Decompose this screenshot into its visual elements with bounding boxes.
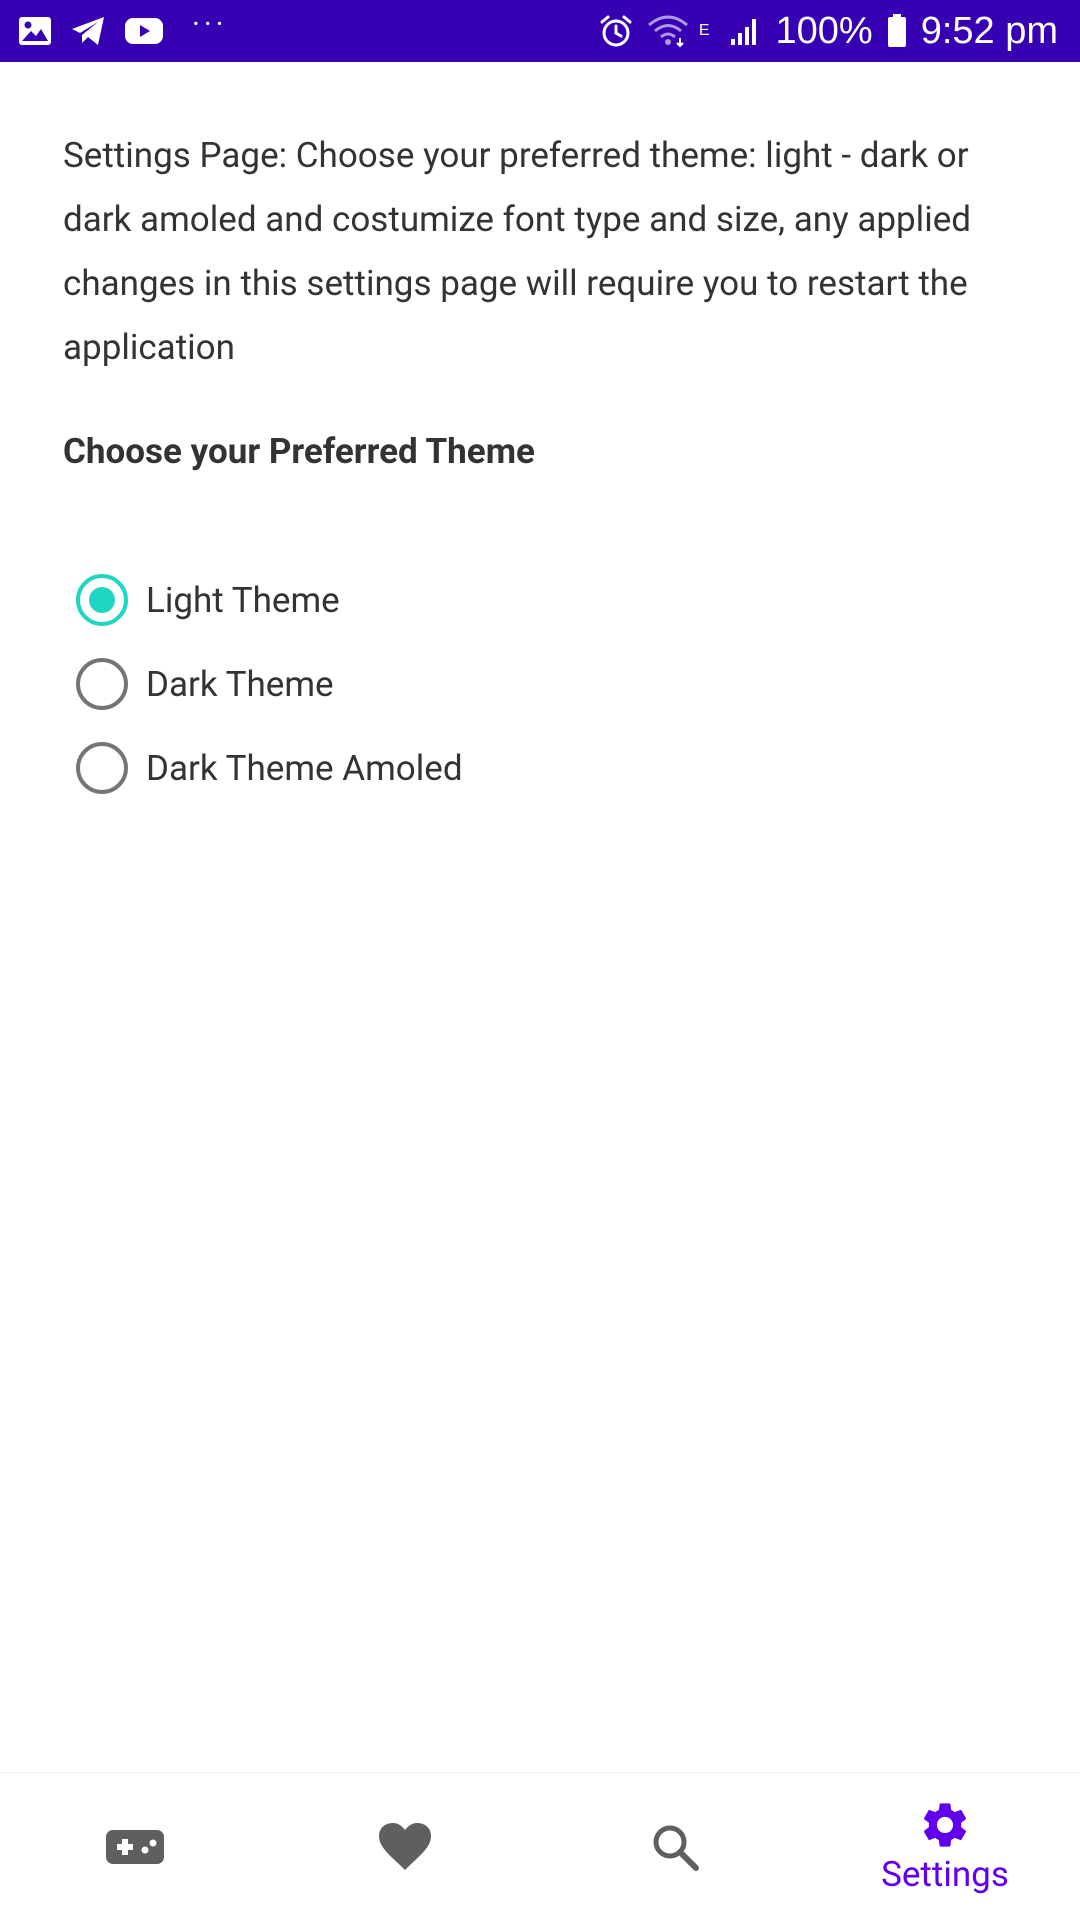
signal-icon — [729, 15, 761, 47]
settings-gear-icon[interactable] — [918, 1798, 972, 1852]
radio-label[interactable]: Dark Theme Amoled — [146, 748, 463, 789]
settings-description: Settings Page: Choose your preferred the… — [63, 135, 972, 368]
battery-percent: 100% — [775, 9, 873, 52]
nav-item-search[interactable] — [540, 1773, 810, 1920]
gamepad-icon[interactable] — [105, 1829, 165, 1865]
heart-icon[interactable] — [377, 1822, 433, 1872]
status-right-icons: E 100% 9:52 pm — [599, 10, 1058, 53]
nav-item-games[interactable] — [0, 1773, 270, 1920]
nav-label-settings[interactable]: Settings — [881, 1854, 1009, 1895]
radio-label[interactable]: Dark Theme — [146, 664, 334, 705]
wifi-icon — [647, 14, 689, 48]
radio-option-dark-theme-amoled[interactable]: Dark Theme Amoled — [76, 726, 463, 810]
battery-icon — [887, 14, 907, 48]
radio-button-checked-icon[interactable] — [76, 574, 128, 626]
radio-button-unchecked-icon[interactable] — [76, 742, 128, 794]
theme-radio-group: Light Theme Dark Theme Dark Theme Amoled — [76, 558, 463, 810]
telegram-icon — [70, 16, 106, 46]
alarm-icon — [599, 14, 633, 48]
status-time: 9:52 pm — [920, 9, 1058, 52]
youtube-icon — [124, 16, 164, 46]
more-notifications-icon: ··· — [192, 7, 228, 42]
nav-item-settings[interactable]: Settings — [810, 1773, 1080, 1920]
settings-content: Settings Page: Choose your preferred the… — [63, 124, 1023, 474]
gallery-icon — [18, 16, 52, 46]
search-icon[interactable] — [650, 1822, 700, 1872]
radio-option-dark-theme[interactable]: Dark Theme — [76, 642, 463, 726]
status-bar: ··· E 100% 9:52 pm — [0, 0, 1080, 62]
nav-item-favorites[interactable] — [270, 1773, 540, 1920]
bottom-navigation: Settings — [0, 1772, 1080, 1920]
radio-label[interactable]: Light Theme — [146, 580, 340, 621]
radio-option-light-theme[interactable]: Light Theme — [76, 558, 463, 642]
radio-button-unchecked-icon[interactable] — [76, 658, 128, 710]
network-type: E — [698, 21, 710, 39]
theme-section-title: Choose your Preferred Theme — [63, 431, 535, 472]
status-left-icons: ··· — [18, 10, 228, 46]
